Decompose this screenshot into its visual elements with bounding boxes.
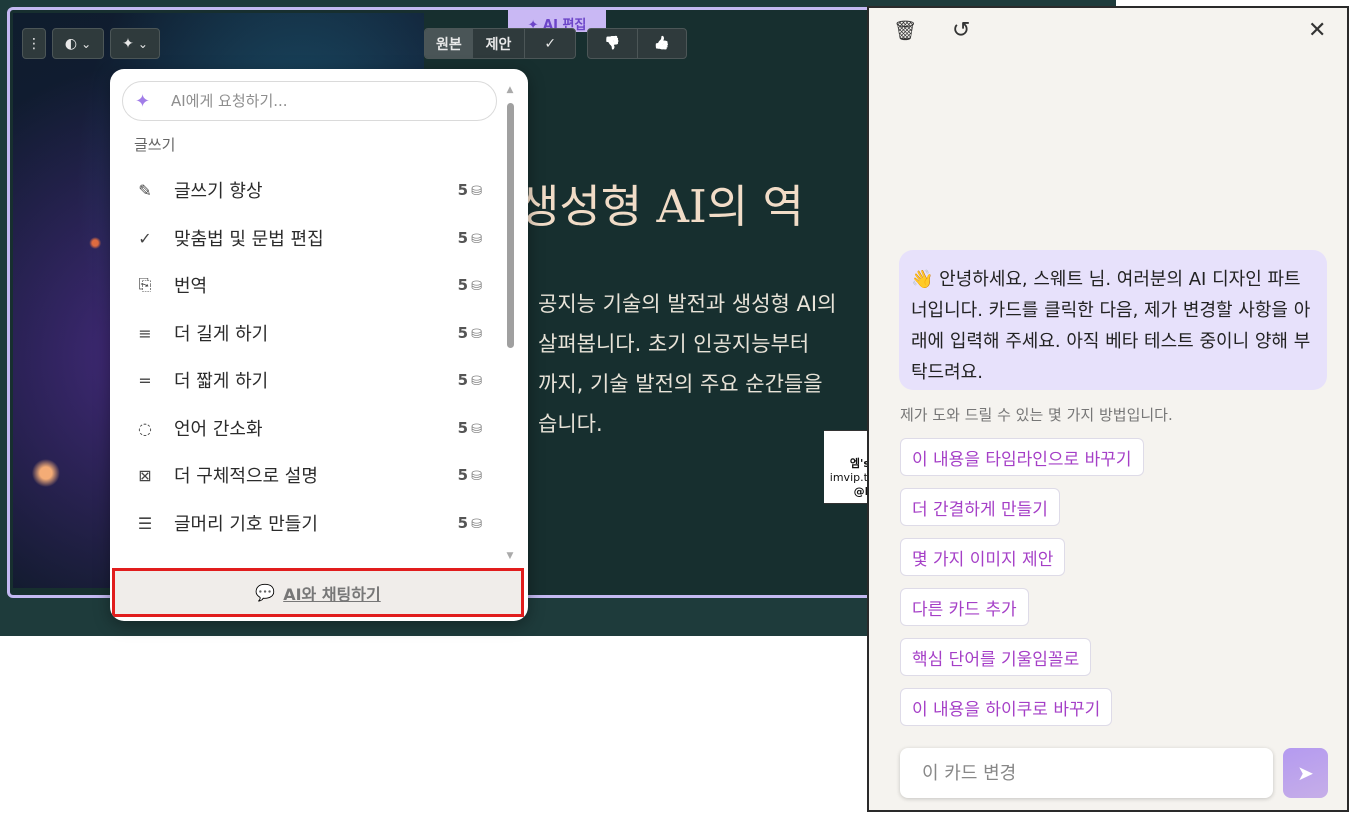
- chat-with-ai-button[interactable]: 💬 AI와 채팅하기: [112, 568, 524, 617]
- suggest-tab[interactable]: 제안: [473, 29, 525, 58]
- card-title[interactable]: 생성형 AI의 역: [518, 170, 804, 235]
- credit-cost: 5 ⛁: [457, 276, 482, 294]
- chat-input-box[interactable]: [900, 748, 1273, 798]
- suggestions-hint: 제가 도와 드릴 수 있는 몇 가지 방법입니다.: [900, 406, 1173, 424]
- translate-icon: ⎘: [138, 275, 152, 294]
- send-button[interactable]: ➤: [1283, 748, 1328, 798]
- scroll-down-arrow-icon[interactable]: ▼: [505, 551, 515, 561]
- greeting-message: 👋 안녕하세요, 스웨트 님. 여러분의 AI 디자인 파트너입니다. 카드를 …: [911, 269, 1311, 383]
- suggestion-chip[interactable]: 이 내용을 타임라인으로 바꾸기: [900, 438, 1144, 476]
- thumbs-down-button[interactable]: 👎: [588, 29, 638, 58]
- credit-cost: 5 ⛁: [457, 419, 482, 437]
- sparkle-icon: ✦: [135, 90, 151, 112]
- credit-icon: ⛁: [471, 374, 482, 389]
- cube-icon: ⊠: [138, 465, 152, 485]
- theme-button[interactable]: ◐ ⌄: [52, 28, 104, 59]
- short-lines-icon: =: [138, 370, 152, 390]
- suggestion-chip[interactable]: 이 내용을 하이쿠로 바꾸기: [900, 688, 1113, 726]
- credit-cost: 5 ⛁: [457, 324, 482, 342]
- scrollbar-thumb[interactable]: [507, 103, 514, 348]
- scroll-up-arrow-icon[interactable]: ▲: [505, 85, 515, 95]
- menu-item-translate[interactable]: ⎘ 번역 5 ⛁: [132, 265, 482, 305]
- thumbs-down-icon: 👎: [604, 36, 621, 51]
- bullet-list-icon: ☰: [137, 513, 153, 533]
- menu-item-label: 맞춤법 및 문법 편집: [174, 229, 324, 250]
- credit-cost: 5 ⛁: [457, 466, 482, 484]
- menu-item-make-shorter[interactable]: = 더 짧게 하기 5 ⛁: [132, 360, 482, 400]
- credit-icon: ⛁: [471, 422, 482, 437]
- ai-chat-panel: 🗑 ↺ ✕ 👋 안녕하세요, 스웨트 님. 여러분의 AI 디자인 파트너입니다…: [867, 6, 1349, 812]
- chat-with-ai-label: AI와 채팅하기: [283, 584, 381, 604]
- menu-item-label: 글쓰기 향상: [174, 181, 263, 202]
- sparkle-icon: ✦: [122, 35, 134, 52]
- credit-icon: ⛁: [471, 279, 482, 294]
- accept-button[interactable]: ✓: [524, 29, 575, 58]
- chat-bubbles-icon: 💬: [255, 583, 276, 602]
- menu-item-label: 더 길게 하기: [174, 324, 269, 345]
- delete-button[interactable]: 🗑: [893, 18, 917, 43]
- credit-cost: 5 ⛁: [457, 514, 482, 532]
- ai-request-search[interactable]: ✦: [122, 81, 497, 121]
- suggestion-chip[interactable]: 핵심 단어를 기울임꼴로: [900, 638, 1092, 676]
- writing-section-label: 글쓰기: [134, 136, 176, 154]
- credit-icon: ⛁: [471, 517, 482, 532]
- kebab-menu-icon: ⋮: [27, 35, 41, 52]
- send-icon: ➤: [1297, 761, 1314, 785]
- check-icon: ✓: [544, 35, 557, 52]
- thumbs-up-icon: 👍: [653, 36, 670, 51]
- menu-item-improve-writing[interactable]: ✎ 글쓰기 향상 5 ⛁: [132, 170, 482, 210]
- close-icon: ✕: [1308, 18, 1327, 43]
- chevron-down-icon: ⌄: [81, 36, 92, 51]
- history-icon: ↺: [952, 18, 971, 43]
- suggestion-chip[interactable]: 다른 카드 추가: [900, 588, 1029, 626]
- credit-icon: ⛁: [471, 327, 482, 342]
- card-body-text[interactable]: 공지능 기술의 발전과 생성형 AI의 살펴봅니다. 초기 인공지능부터 까지,…: [538, 284, 880, 444]
- menu-item-label: 더 구체적으로 설명: [174, 466, 318, 487]
- menu-item-label: 언어 간소화: [174, 419, 263, 440]
- history-button[interactable]: ↺: [952, 18, 970, 43]
- dropdown-scrollbar[interactable]: ▲ ▼: [505, 85, 515, 563]
- menu-item-label: 더 짧게 하기: [174, 371, 269, 392]
- credit-icon: ⛁: [471, 469, 482, 484]
- credit-icon: ⛁: [471, 232, 482, 247]
- check-icon: ✓: [138, 228, 152, 248]
- speech-bubble-icon: ◌: [138, 418, 152, 438]
- credit-cost: 5 ⛁: [457, 229, 482, 247]
- menu-item-bullet-points[interactable]: ☰ 글머리 기호 만들기 5 ⛁: [132, 503, 482, 543]
- palette-icon: ◐: [64, 35, 78, 52]
- menu-item-label: 번역: [174, 276, 208, 297]
- menu-item-make-longer[interactable]: ≡ 더 길게 하기 5 ⛁: [132, 313, 482, 353]
- credit-icon: ⛁: [471, 184, 482, 199]
- pen-icon: ✎: [138, 180, 152, 200]
- review-toggle: 원본 제안 ✓: [424, 28, 576, 59]
- trash-icon: 🗑: [893, 20, 918, 42]
- ai-actions-dropdown: ✦ 글쓰기 ✎ 글쓰기 향상 5⛁ ✓ 맞춤법 및 문법 편집 5⛁ ⎘ 번역 …: [110, 69, 528, 621]
- assistant-message-bubble: 👋 안녕하세요, 스웨트 님. 여러분의 AI 디자인 파트너입니다. 카드를 …: [899, 250, 1327, 390]
- feedback-group: 👎 👍: [587, 28, 687, 59]
- card-menu-button[interactable]: ⋮: [22, 28, 46, 59]
- lines-icon: ≡: [138, 323, 152, 343]
- suggestion-chip[interactable]: 더 간결하게 만들기: [900, 488, 1060, 526]
- menu-item-label: 글머리 기호 만들기: [174, 514, 318, 535]
- ai-tools-button[interactable]: ✦ ⌄: [110, 28, 160, 59]
- ai-request-input[interactable]: [169, 91, 473, 111]
- thumbs-up-button[interactable]: 👍: [638, 29, 687, 58]
- close-panel-button[interactable]: ✕: [1308, 18, 1326, 43]
- suggestion-chip[interactable]: 몇 가지 이미지 제안: [900, 538, 1066, 576]
- credit-cost: 5 ⛁: [457, 371, 482, 389]
- chat-input[interactable]: [920, 761, 1254, 785]
- original-tab[interactable]: 원본: [425, 29, 473, 58]
- menu-item-more-specific[interactable]: ⊠ 더 구체적으로 설명 5 ⛁: [132, 455, 482, 495]
- chevron-down-icon: ⌄: [137, 36, 148, 51]
- menu-item-spelling-grammar[interactable]: ✓ 맞춤법 및 문법 편집 5 ⛁: [132, 218, 482, 258]
- credit-cost: 5 ⛁: [457, 181, 482, 199]
- menu-item-simplify-language[interactable]: ◌ 언어 간소화 5 ⛁: [132, 408, 482, 448]
